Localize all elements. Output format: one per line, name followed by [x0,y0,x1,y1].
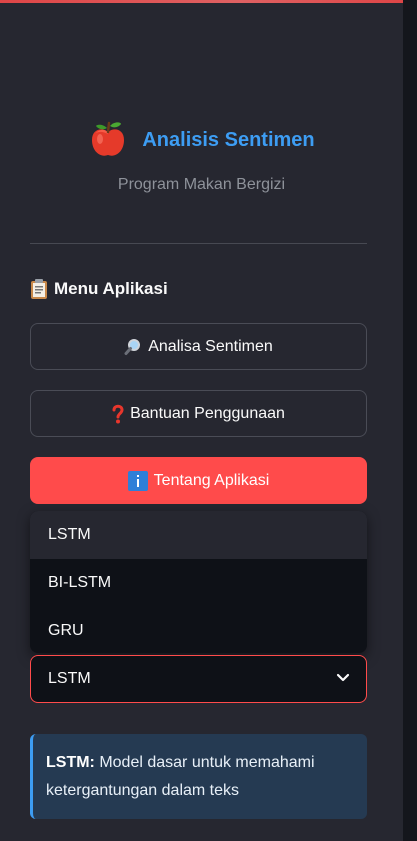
sidebar-scroll-gutter[interactable] [403,0,417,841]
bantuan-penggunaan-label: Bantuan Penggunaan [130,404,285,422]
model-select-value: LSTM [48,670,91,687]
magnifier-icon [124,338,142,356]
chevron-down-icon[interactable] [336,670,350,688]
model-dropdown-list: LSTM BI-LSTM GRU [30,511,367,653]
question-icon [112,404,124,424]
app-subtitle: Program Makan Bergizi [117,176,286,193]
option-lstm[interactable]: LSTM [30,511,367,559]
model-info-term: LSTM: [46,754,95,771]
top-accent-line [0,0,403,3]
app-title: Analisis Sentimen [142,128,315,151]
analisa-sentimen-button[interactable]: Analisa Sentimen [30,323,367,370]
analisa-sentimen-label: Analisa Sentimen [148,337,273,355]
brand-header: Analisis Sentimen [0,120,403,160]
option-gru[interactable]: GRU [30,607,367,653]
tentang-aplikasi-button[interactable]: Tentang Aplikasi [30,457,367,504]
menu-heading-label: Menu Aplikasi [54,279,168,298]
model-select[interactable]: LSTM [30,655,367,703]
apple-icon [88,120,128,160]
option-bi-lstm[interactable]: BI-LSTM [30,559,367,607]
clipboard-icon [30,278,48,300]
info-icon [127,470,148,491]
tentang-aplikasi-label: Tentang Aplikasi [153,471,270,489]
bantuan-penggunaan-button[interactable]: Bantuan Penggunaan [30,390,367,437]
menu-heading: Menu Aplikasi [30,278,168,300]
divider [30,243,367,244]
model-info-box: LSTM: Model dasar untuk memahami keterga… [30,734,367,819]
